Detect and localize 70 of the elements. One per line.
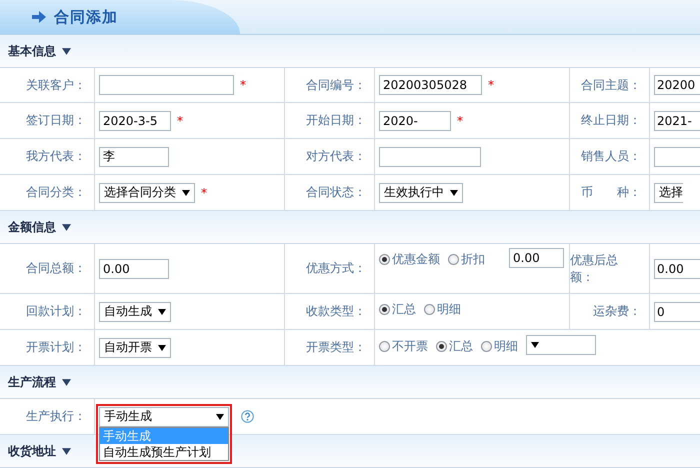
input-field[interactable]: 2020- — [379, 110, 451, 130]
dropdown[interactable]: 自动生成 — [99, 302, 171, 322]
radio-option[interactable]: 明细 — [481, 338, 518, 354]
dropdown[interactable]: 手动生成 — [99, 406, 229, 426]
input-field[interactable]: 20200 — [654, 75, 700, 95]
required-mark: * — [457, 114, 463, 128]
field-label: 优惠后总额： — [570, 252, 619, 286]
required-mark: * — [240, 78, 246, 92]
input-field[interactable]: 2020-3-5 — [99, 110, 171, 130]
arrow-icon — [32, 11, 46, 23]
caret-icon — [450, 190, 458, 196]
caret-icon — [531, 342, 539, 348]
field-label: 回款计划： — [26, 303, 86, 320]
section-header[interactable]: 金额信息 — [0, 211, 700, 244]
dropdown[interactable]: 生效执行中 — [379, 182, 463, 202]
field-label: 对方代表： — [306, 148, 366, 165]
field-label: 开票计划： — [26, 339, 86, 356]
caret-icon — [216, 414, 224, 420]
input-field[interactable]: 李 — [99, 146, 169, 166]
field-label: 生产执行： — [26, 408, 86, 425]
field-label: 合同总额： — [26, 260, 86, 277]
page-title: 合同添加 — [54, 8, 118, 26]
section-title: 收货地址 — [8, 442, 56, 460]
field-label: 合同主题： — [581, 76, 641, 94]
dropdown[interactable]: 选择 — [654, 182, 683, 202]
caret-icon — [158, 344, 166, 350]
required-mark: * — [201, 186, 207, 200]
field-label: 运杂费： — [593, 303, 641, 320]
dropdown-option[interactable]: 自动生成预生产计划 — [100, 444, 228, 460]
input-field[interactable] — [379, 146, 481, 166]
field-label: 币 种： — [581, 184, 641, 201]
field-label: 优惠方式： — [306, 260, 366, 277]
input-field[interactable]: 0.00 — [654, 258, 700, 278]
input-field[interactable]: 2021- — [654, 110, 700, 130]
section-header[interactable]: 生产流程 — [0, 366, 700, 399]
radio-option[interactable]: 明细 — [424, 301, 461, 318]
input-field[interactable] — [654, 146, 700, 166]
caret-icon — [182, 190, 190, 196]
input-field[interactable]: 0.00 — [99, 258, 169, 278]
field-label: 合同分类： — [26, 184, 86, 201]
field-label: 收款类型： — [306, 303, 366, 320]
section-header[interactable]: 基本信息 — [0, 35, 700, 68]
radio-option[interactable]: 汇总 — [379, 301, 416, 318]
radio-option[interactable]: 优惠金额 — [379, 251, 440, 268]
section-title: 基本信息 — [8, 42, 56, 60]
dropdown[interactable]: 选择合同分类 — [99, 182, 195, 202]
radio-option[interactable]: 不开票 — [379, 338, 428, 354]
section-title: 生产流程 — [8, 374, 56, 390]
input-field[interactable]: 20200305028 — [379, 75, 482, 95]
field-label: 我方代表： — [26, 148, 86, 165]
field-label: 销售人员： — [581, 148, 641, 165]
field-label: 关联客户： — [26, 76, 86, 94]
input-field[interactable] — [99, 75, 234, 95]
dropdown[interactable] — [526, 335, 596, 355]
required-mark: * — [488, 78, 494, 92]
help-icon[interactable] — [241, 410, 254, 423]
radio-option[interactable]: 折扣 — [448, 251, 485, 268]
field-label: 开票类型： — [306, 339, 366, 356]
field-label: 合同编号： — [306, 76, 366, 94]
input-field[interactable]: 0 — [654, 302, 700, 322]
section-title: 金额信息 — [8, 218, 56, 236]
field-label: 签订日期： — [26, 112, 86, 129]
field-label: 合同状态： — [306, 184, 366, 201]
field-label: 终止日期： — [581, 112, 641, 129]
caret-icon — [158, 308, 166, 314]
required-mark: * — [177, 114, 183, 128]
field-label: 开始日期： — [306, 112, 366, 129]
radio-option[interactable]: 汇总 — [436, 338, 473, 354]
dropdown[interactable]: 自动开票 — [99, 338, 171, 358]
input-field[interactable]: 0.00 — [509, 248, 564, 268]
